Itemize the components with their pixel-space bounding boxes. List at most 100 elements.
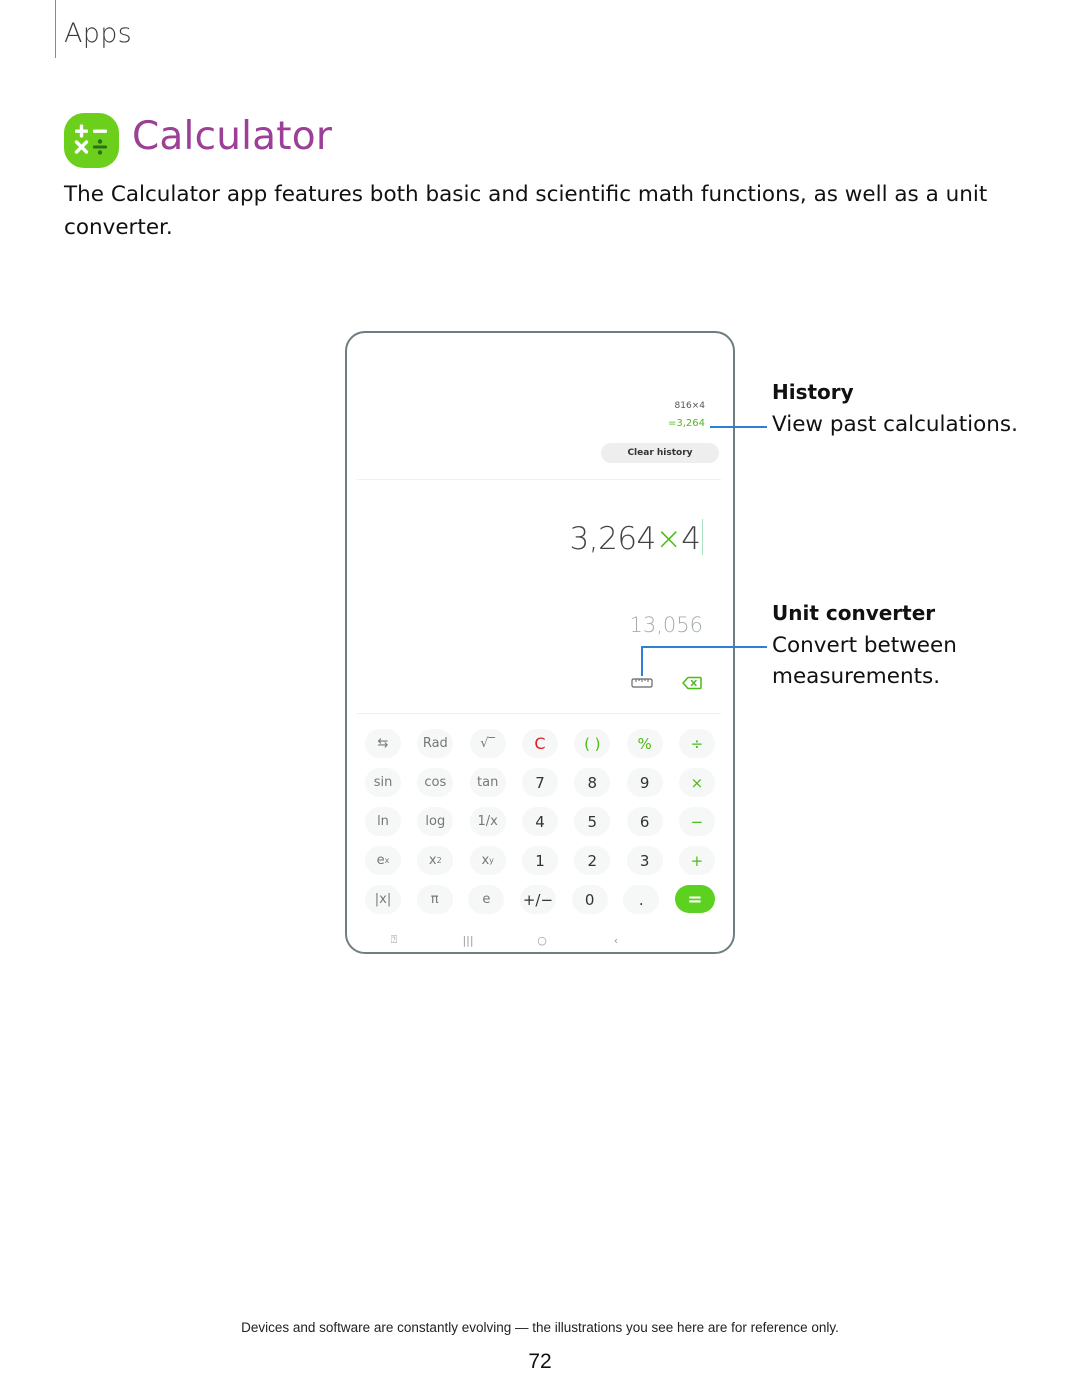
key-label: % <box>637 734 652 753</box>
key-label: √‾ <box>480 736 496 751</box>
tan-key[interactable]: tan <box>469 768 506 797</box>
divide-key[interactable]: ÷ <box>678 729 715 758</box>
expression-number: 3,264 <box>569 521 657 557</box>
history-callout-line <box>710 426 767 428</box>
recent-apps-nav-icon[interactable]: ||| <box>458 934 478 947</box>
key-label: |x| <box>374 892 392 907</box>
digit-0-key[interactable]: 0 <box>571 885 608 914</box>
key-label: 7 <box>535 773 545 792</box>
subtract-key[interactable]: − <box>678 807 715 836</box>
expression-operator: × <box>655 521 682 557</box>
home-nav-icon[interactable]: ○ <box>532 934 552 947</box>
ruler-icon[interactable] <box>631 677 653 689</box>
key-label: 3 <box>639 851 650 870</box>
screenshot-nav-icon[interactable]: ⍰ <box>384 933 404 947</box>
square-key[interactable]: x2 <box>417 846 454 875</box>
unit-converter-callout-description: Convert between measurements. <box>772 633 957 689</box>
keypad-row: ⇆ Rad √‾ C ( )% ÷ <box>365 726 715 765</box>
key-label: 1/x <box>477 814 498 829</box>
back-nav-icon[interactable]: ‹ <box>606 934 626 947</box>
equals-key[interactable]: = <box>674 885 715 913</box>
add-key[interactable]: + <box>678 846 715 875</box>
multiply-key[interactable]: × <box>678 768 715 797</box>
digit-9-key[interactable]: 9 <box>626 768 663 797</box>
digit-3-key[interactable]: 3 <box>626 846 663 875</box>
calculator-icon <box>64 113 119 168</box>
keypad-row: sin cos tan 7 8 9 × <box>365 765 715 804</box>
clear-history-button[interactable]: Clear history <box>601 443 719 463</box>
key-label: x <box>481 853 490 868</box>
intro-paragraph: The Calculator app features both basic a… <box>64 182 988 240</box>
digit-6-key[interactable]: 6 <box>626 807 663 836</box>
ln-key[interactable]: ln <box>365 807 401 836</box>
key-label: − <box>690 812 704 831</box>
sqrt-key[interactable]: √‾ <box>469 729 506 758</box>
power-key[interactable]: xy <box>469 846 506 875</box>
key-label: 8 <box>587 773 598 792</box>
footer-disclaimer: Devices and software are constantly evol… <box>241 1320 839 1335</box>
backspace-icon[interactable] <box>682 676 702 690</box>
log-key[interactable]: log <box>417 807 454 836</box>
key-label: . <box>638 890 644 909</box>
abs-key[interactable]: |x| <box>365 885 401 914</box>
page-title: Calculator <box>132 114 333 159</box>
cos-key[interactable]: cos <box>417 768 454 797</box>
history-expression[interactable]: 816×4 <box>675 401 705 411</box>
keypad-divider <box>357 713 721 714</box>
section-label: Apps <box>64 18 133 49</box>
key-label: 0 <box>584 890 595 909</box>
key-label: ln <box>377 814 389 829</box>
section-divider <box>55 0 56 58</box>
digit-8-key[interactable]: 8 <box>574 768 611 797</box>
unit-converter-callout-line-h <box>641 646 767 648</box>
key-label: ÷ <box>690 734 704 753</box>
key-superscript: 2 <box>436 856 442 865</box>
keypad: ⇆ Rad √‾ C( )% ÷ sin cos tan 7 8 9 × ln log 1/x 4 5 6− e x x… <box>365 726 715 921</box>
rad-key[interactable]: Rad <box>417 729 454 758</box>
exp-key[interactable]: ex <box>365 846 401 875</box>
key-label: x <box>428 853 437 868</box>
navigation-bar: ⍰ ||| ○ ‹ <box>347 928 733 952</box>
history-result[interactable]: =3,264 <box>668 418 705 429</box>
history-divider <box>357 479 721 480</box>
decimal-key[interactable]: . <box>623 885 660 914</box>
tablet-screenshot: 816×4 =3,264 Clear history 3,264×4 13,05… <box>345 331 735 954</box>
reciprocal-key[interactable]: 1/x <box>469 807 506 836</box>
digit-1-key[interactable]: 1 <box>521 846 558 875</box>
digit-5-key[interactable]: 5 <box>574 807 611 836</box>
key-label: 6 <box>639 812 650 831</box>
unit-converter-callout-title: Unit converter <box>772 601 936 625</box>
key-label: π <box>430 892 439 907</box>
digit-7-key[interactable]: 7 <box>521 768 558 797</box>
sin-key[interactable]: sin <box>365 768 401 797</box>
pi-key[interactable]: π <box>416 885 453 914</box>
key-label: e <box>482 892 491 907</box>
key-label: +/− <box>522 890 554 909</box>
history-callout-title: History <box>772 380 854 404</box>
negate-key[interactable]: +/− <box>519 885 556 914</box>
preview-result: 13,056 <box>629 613 703 637</box>
key-label: ( ) <box>584 734 601 753</box>
key-label: Rad <box>422 736 448 751</box>
key-label: cos <box>424 775 447 790</box>
key-label: tan <box>477 775 499 790</box>
keypad-row: e x x 2 x y 1 2 3 + <box>365 843 715 882</box>
parentheses-key[interactable]: ( ) <box>574 729 611 758</box>
clear-key[interactable]: C <box>521 729 558 758</box>
key-label: = <box>687 888 703 910</box>
key-label: C <box>534 734 546 753</box>
euler-key[interactable]: e <box>468 885 505 914</box>
key-label: 5 <box>587 812 598 831</box>
digit-4-key[interactable]: 4 <box>521 807 558 836</box>
key-label: e <box>376 853 385 868</box>
digit-2-key[interactable]: 2 <box>574 846 611 875</box>
key-label: ⇆ <box>377 736 389 751</box>
page-number: 72 <box>528 1350 552 1373</box>
history-callout-description: View past calculations. <box>772 412 1018 437</box>
key-label: 1 <box>535 851 545 870</box>
key-superscript: y <box>489 856 494 865</box>
toggle-keypad-key[interactable]: ⇆ <box>365 729 401 758</box>
percent-key[interactable]: % <box>626 729 663 758</box>
expression-display[interactable]: 3,264×4 <box>570 519 703 557</box>
keypad-row: |x| π e +/− 0. = <box>365 882 715 921</box>
